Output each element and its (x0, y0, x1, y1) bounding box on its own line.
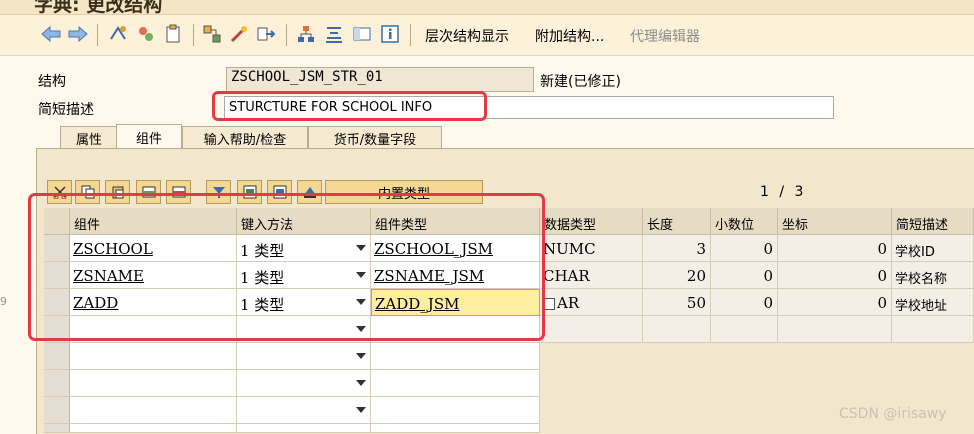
application-toolbar: 层次结构显示 附加结构... 代理编辑器 (0, 15, 974, 56)
row-selector[interactable] (44, 343, 70, 370)
display-change-icon[interactable] (136, 24, 156, 44)
component-cell[interactable] (70, 424, 237, 433)
row-selector[interactable] (44, 397, 70, 424)
column-header-length[interactable]: 长度 (643, 208, 711, 235)
back-icon[interactable] (41, 24, 61, 44)
length-cell: 3 (643, 235, 711, 262)
grid-highlight (28, 193, 545, 341)
row-selector[interactable] (44, 424, 70, 433)
row-selector[interactable] (44, 370, 70, 397)
tab-currency-quantity[interactable]: 货币/数量字段 (308, 126, 442, 149)
component-type-cell[interactable] (371, 397, 540, 424)
toolbar-separator (97, 24, 98, 46)
page-current: 1 (760, 184, 769, 200)
coordinate-cell: 0 (778, 262, 892, 289)
proxy-editor-button[interactable]: 代理编辑器 (630, 26, 700, 46)
method-cell[interactable] (237, 343, 371, 370)
chevron-down-icon[interactable] (356, 380, 366, 386)
data-type-cell: CHAR (540, 262, 643, 289)
short-description-highlight (212, 91, 487, 121)
component-type-cell[interactable] (371, 424, 540, 433)
check-icon[interactable] (202, 24, 222, 44)
method-cell[interactable] (237, 424, 371, 433)
edge-mark: 9 (0, 295, 7, 308)
column-header-decimals[interactable]: 小数位 (711, 208, 778, 235)
component-cell[interactable] (70, 343, 237, 370)
navigation-icon[interactable] (324, 24, 344, 44)
length-cell (643, 316, 711, 343)
description-cell: 学校名称 (892, 262, 974, 289)
title-bar: 字典: 更改结构 (0, 0, 974, 15)
description-cell: 学校ID (892, 235, 974, 262)
method-cell[interactable] (237, 397, 371, 424)
window-title: 字典: 更改结构 (34, 0, 163, 15)
coordinate-cell: 0 (778, 235, 892, 262)
component-cell[interactable] (70, 370, 237, 397)
short-description-label: 简短描述 (38, 102, 94, 118)
component-type-cell[interactable] (371, 343, 540, 370)
length-cell: 20 (643, 262, 711, 289)
data-type-value: AR (557, 294, 580, 312)
chevron-down-icon[interactable] (356, 407, 366, 413)
page-indicator: 1 / 3 (760, 184, 803, 200)
description-cell (892, 316, 974, 343)
column-header-short-description[interactable]: 简短描述 (892, 208, 974, 235)
toolbar-separator (286, 24, 287, 46)
coordinate-cell (778, 316, 892, 343)
coordinate-cell: 0 (778, 289, 892, 316)
watermark: CSDN @irisawy (839, 406, 947, 422)
component-cell[interactable] (70, 397, 237, 424)
where-used-icon[interactable] (256, 24, 276, 44)
object-list-icon[interactable] (296, 24, 316, 44)
window-icon[interactable] (352, 24, 372, 44)
data-type-cell (540, 316, 643, 343)
decimals-cell (711, 316, 778, 343)
hierarchy-display-button[interactable]: 层次结构显示 (425, 26, 509, 46)
toolbar-separator (193, 24, 194, 46)
method-cell[interactable] (237, 370, 371, 397)
column-header-data-type[interactable]: 数据类型 (540, 208, 643, 235)
data-type-cell: AR (540, 289, 643, 316)
decimals-cell: 0 (711, 262, 778, 289)
other-object-icon[interactable] (108, 24, 128, 44)
activate-icon[interactable] (163, 24, 183, 44)
page-separator: / (779, 184, 785, 200)
tab-components[interactable]: 组件 (116, 124, 182, 149)
page-total: 3 (794, 184, 804, 200)
decimals-cell: 0 (711, 289, 778, 316)
toolbar-separator (410, 24, 411, 46)
tab-input-help[interactable]: 输入帮助/检查 (182, 126, 308, 149)
chevron-down-icon[interactable] (356, 353, 366, 359)
component-type-cell[interactable] (371, 370, 540, 397)
append-structure-button[interactable]: 附加结构... (535, 26, 604, 46)
test-icon[interactable] (229, 24, 249, 44)
forward-icon[interactable] (68, 24, 88, 44)
status-text: 新建(已修正) (540, 74, 621, 90)
data-type-cell: NUMC (540, 235, 643, 262)
structure-name-field: ZSCHOOL_JSM_STR_01 (226, 67, 534, 92)
length-cell: 50 (643, 289, 711, 316)
column-header-coordinate[interactable]: 坐标 (778, 208, 892, 235)
info-icon[interactable] (380, 24, 400, 44)
structure-label: 结构 (38, 74, 66, 90)
tab-attributes[interactable]: 属性 (60, 126, 118, 149)
description-cell: 学校地址 (892, 289, 974, 316)
decimals-cell: 0 (711, 235, 778, 262)
